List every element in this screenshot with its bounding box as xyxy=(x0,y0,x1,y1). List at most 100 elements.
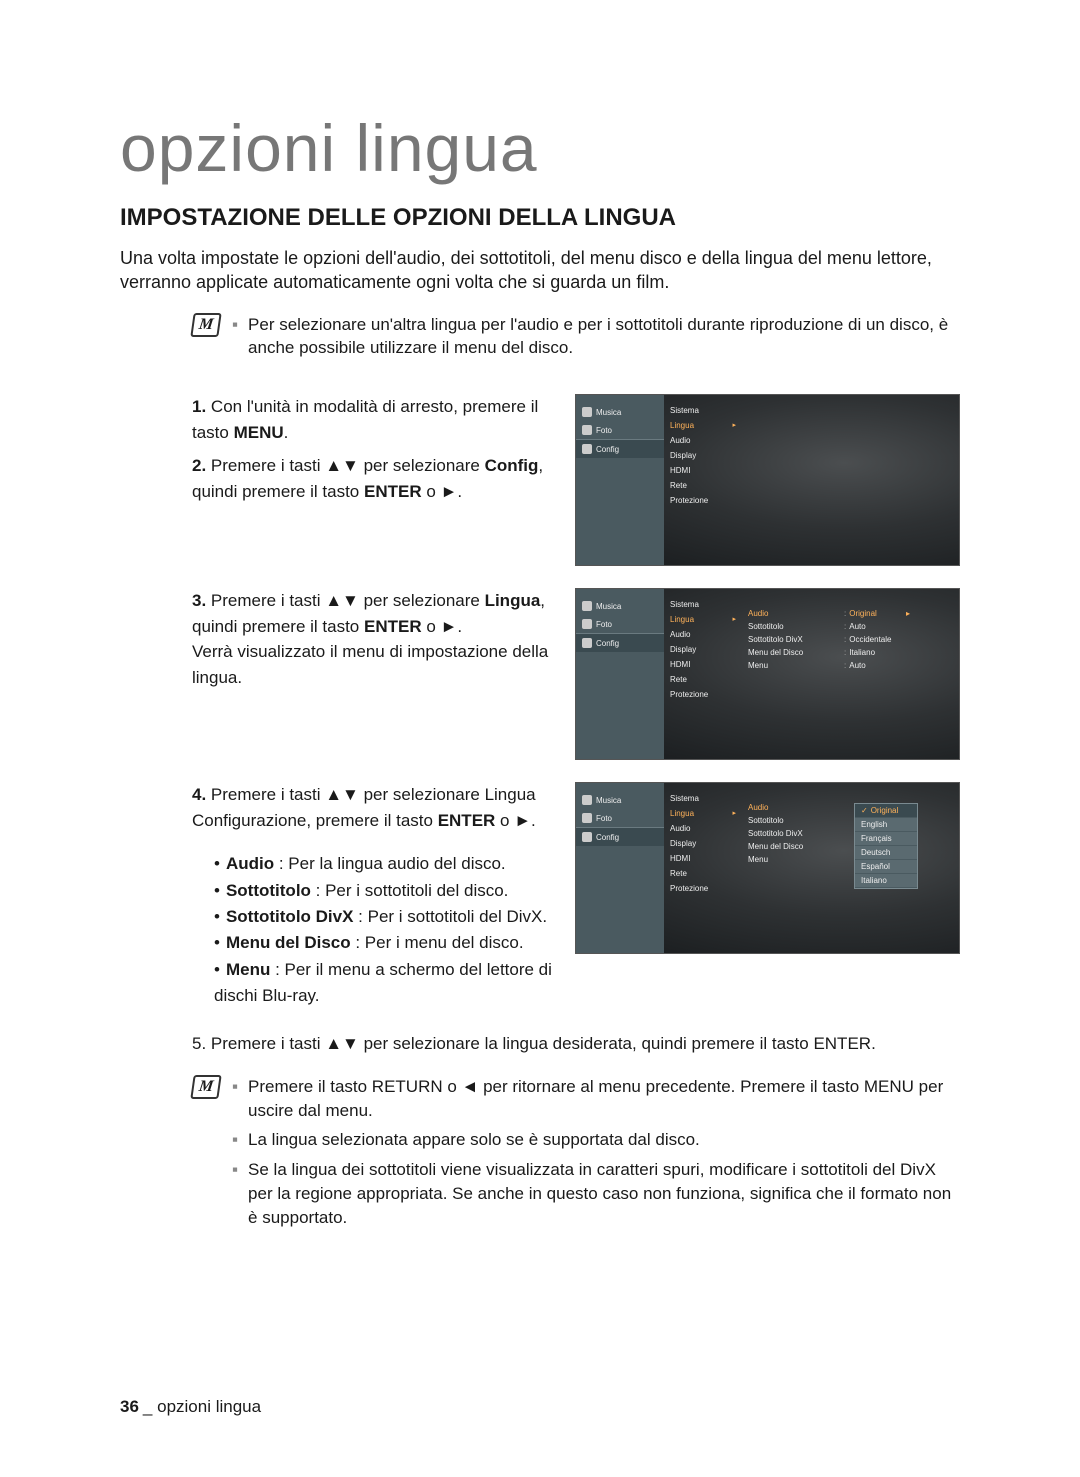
bullet-icon: ▪ xyxy=(232,313,238,361)
osd-col2-item: Display xyxy=(664,642,742,657)
music-icon xyxy=(582,407,592,417)
step-1-number: 1. xyxy=(192,397,206,416)
osd-col2-item: Protezione xyxy=(664,687,742,702)
osd-col2-item: Protezione xyxy=(664,493,742,508)
enter-key: ENTER xyxy=(813,1034,871,1053)
osd-col2-item: Rete xyxy=(664,672,742,687)
osd-col2-item: Sistema xyxy=(664,791,742,806)
page-number: 36 xyxy=(120,1397,139,1416)
dropdown-item: Italiano xyxy=(855,874,917,888)
step-3-block: 3. Premere i tasti ▲▼ per selezionare Li… xyxy=(192,588,960,760)
step-3-number: 3. xyxy=(192,591,206,610)
bullet-icon: ▪ xyxy=(232,1075,238,1123)
osd-col3-item: Menu xyxy=(742,659,842,672)
audio-desc: : Per la lingua audio del disco. xyxy=(274,854,506,873)
osd-col4-item: :Auto xyxy=(842,620,912,633)
note-b1-b: o ◄ per ritornare al menu precedente. Pr… xyxy=(443,1077,864,1096)
osd-col2-item: Protezione xyxy=(664,881,742,896)
osd-col2-item: Display xyxy=(664,448,742,463)
note-b1-a: Premere il tasto xyxy=(248,1077,372,1096)
osd-col3-item: Sottotitolo xyxy=(742,814,842,827)
osd-col3-item: Sottotitolo DivX xyxy=(742,633,842,646)
note-icon: M xyxy=(190,313,221,337)
note-b2: La lingua selezionata appare solo se è s… xyxy=(248,1128,700,1152)
gear-icon xyxy=(582,638,592,648)
gear-icon xyxy=(582,832,592,842)
step-3-text-d: Verrà visualizzato il menu di impostazio… xyxy=(192,639,553,690)
step-4-block: 4. Premere i tasti ▲▼ per selezionare Li… xyxy=(192,782,960,1009)
step-4-number: 4. xyxy=(192,785,206,804)
step-3-text-a: Premere i tasti ▲▼ per selezionare xyxy=(211,591,485,610)
osd-col2-item: Audio xyxy=(664,433,742,448)
page-footer: 36_ opzioni lingua xyxy=(120,1397,261,1417)
intro-text: Una volta impostate le opzioni dell'audi… xyxy=(120,246,960,295)
page-title: opzioni lingua xyxy=(120,110,960,186)
dropdown-item: English xyxy=(855,818,917,832)
menu-disco-desc: : Per i menu del disco. xyxy=(351,933,524,952)
audio-key: Audio xyxy=(226,854,274,873)
step-5-block: 5. Premere i tasti ▲▼ per selezionare la… xyxy=(192,1031,960,1057)
photo-icon xyxy=(582,813,592,823)
bullet-icon: ▪ xyxy=(232,1158,238,1229)
bullet-icon: ▪ xyxy=(232,1128,238,1152)
dropdown-item: Deutsch xyxy=(855,846,917,860)
osd-col2-item: Lingua xyxy=(664,806,742,821)
config-key: Config xyxy=(485,456,539,475)
sottotitolo-key: Sottotitolo xyxy=(226,881,311,900)
osd-col2-item: HDMI xyxy=(664,463,742,478)
osd-col2-item: Sistema xyxy=(664,403,742,418)
osd-col4-item: :Italiano xyxy=(842,646,912,659)
menu-key: MENU xyxy=(864,1077,914,1096)
osd-col4-item: :Auto xyxy=(842,659,912,672)
step-1-text-b: . xyxy=(284,423,289,442)
sottotitolo-divx-desc: : Per i sottotitoli del DivX. xyxy=(353,907,547,926)
osd-col2-item: Lingua xyxy=(664,612,742,627)
lingua-key: Lingua xyxy=(485,591,541,610)
note-icon: M xyxy=(190,1075,221,1099)
osd-col2-item: HDMI xyxy=(664,657,742,672)
menu-key: MENU xyxy=(234,423,284,442)
osd-col4-item: :Original ▸ xyxy=(842,607,912,620)
enter-key: ENTER xyxy=(364,482,422,501)
section-heading: IMPOSTAZIONE DELLE OPZIONI DELLA LINGUA xyxy=(120,204,960,232)
osd-col4-item: :Occidentale xyxy=(842,633,912,646)
language-dropdown: ✓Original English Français Deutsch Españ… xyxy=(854,803,918,889)
osd-col3-item: Menu del Disco xyxy=(742,840,842,853)
note-block-bottom: M ▪ Premere il tasto RETURN o ◄ per rito… xyxy=(192,1075,960,1236)
screenshot-2: Musica Foto Config Sistema Lingua Audio … xyxy=(575,588,960,760)
note-b3: Se la lingua dei sottotitoli viene visua… xyxy=(248,1158,960,1229)
step-5-text-b: . xyxy=(871,1034,876,1053)
note-text: Per selezionare un'altra lingua per l'au… xyxy=(248,313,960,361)
photo-icon xyxy=(582,425,592,435)
step-1-2-block: 1. Con l'unità in modalità di arresto, p… xyxy=(192,394,960,566)
menu-disco-key: Menu del Disco xyxy=(226,933,351,952)
osd-col3-item: Sottotitolo xyxy=(742,620,842,633)
dropdown-item: Español xyxy=(855,860,917,874)
menu-key: Menu xyxy=(226,960,270,979)
return-key: RETURN xyxy=(372,1077,443,1096)
osd-col2-item: Rete xyxy=(664,866,742,881)
enter-key: ENTER xyxy=(364,617,422,636)
step-5-text-a: Premere i tasti ▲▼ per selezionare la li… xyxy=(211,1034,814,1053)
osd-col2-item: Audio xyxy=(664,821,742,836)
check-icon: ✓ xyxy=(861,806,868,815)
osd-col2-item: Sistema xyxy=(664,597,742,612)
osd-col2-item: HDMI xyxy=(664,851,742,866)
osd-foto: Foto xyxy=(596,426,612,435)
osd-config: Config xyxy=(596,445,619,454)
osd-musica: Musica xyxy=(596,408,621,417)
enter-key: ENTER xyxy=(438,811,496,830)
osd-col3-item: Sottotitolo DivX xyxy=(742,827,842,840)
step-3-text-c: o ►. xyxy=(422,617,462,636)
osd-col3-item: Audio xyxy=(742,801,842,814)
screenshot-1: Musica Foto Config Sistema Lingua Audio … xyxy=(575,394,960,566)
sottotitolo-divx-key: Sottotitolo DivX xyxy=(226,907,353,926)
step-2-text-a: Premere i tasti ▲▼ per selezionare xyxy=(211,456,485,475)
step-2-number: 2. xyxy=(192,456,206,475)
music-icon xyxy=(582,601,592,611)
step-4-text-b: o ►. xyxy=(495,811,535,830)
gear-icon xyxy=(582,444,592,454)
osd-col2-item: Display xyxy=(664,836,742,851)
photo-icon xyxy=(582,619,592,629)
note-block-top: M ▪Per selezionare un'altra lingua per l… xyxy=(192,313,960,367)
